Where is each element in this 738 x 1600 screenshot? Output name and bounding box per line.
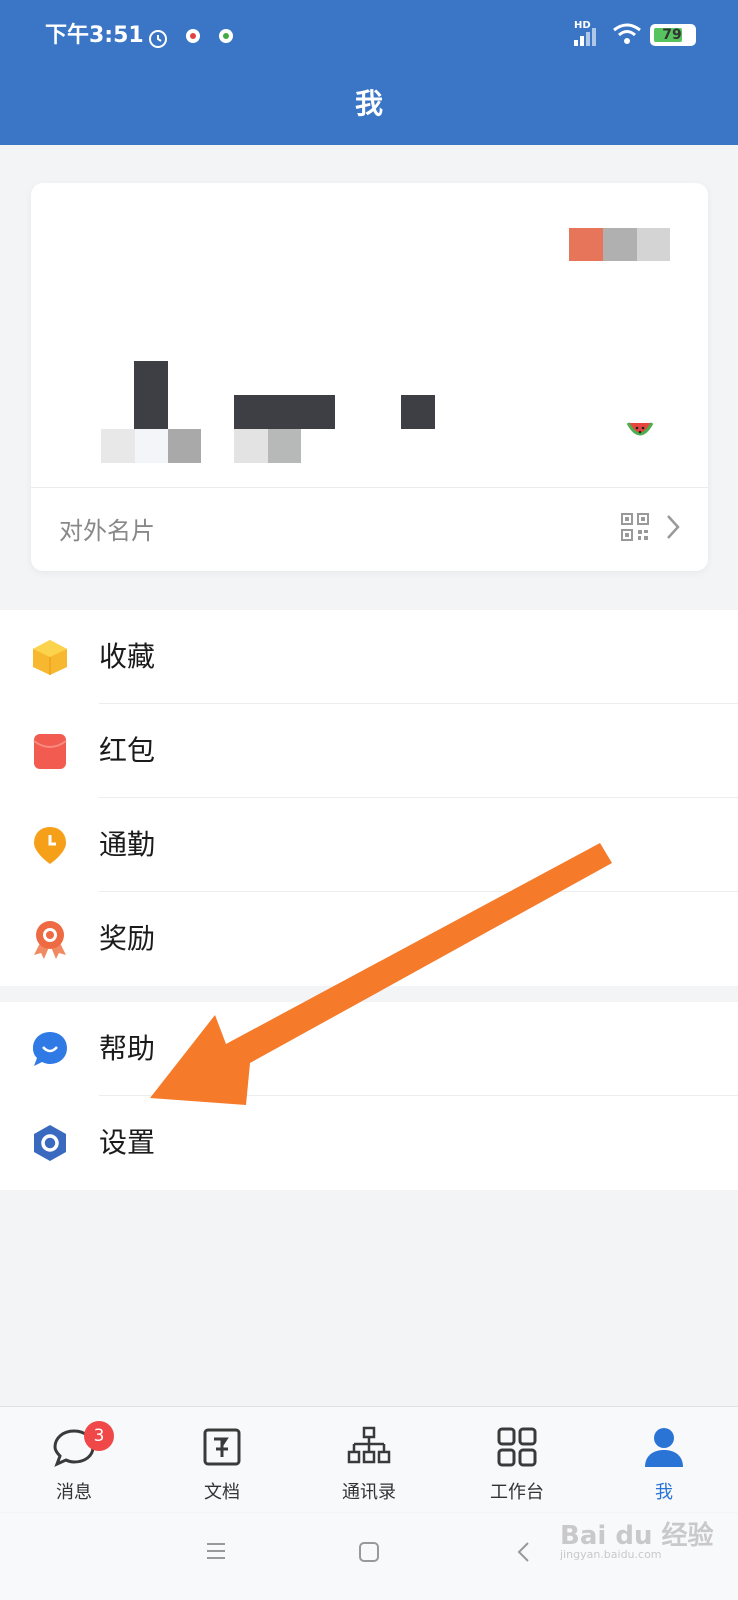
- bottom-tab-bar: 3 消息 文档 通讯录 工作台 我: [0, 1406, 738, 1512]
- redacted-block: [268, 429, 301, 463]
- red-envelope-icon: [33, 734, 67, 769]
- home-icon[interactable]: [358, 1541, 380, 1563]
- menu-item-label: 奖励: [99, 922, 156, 955]
- unread-badge: 3: [84, 1421, 114, 1451]
- page-title: 我: [354, 87, 383, 120]
- commute-pin-icon: [34, 827, 66, 864]
- tab-label: 工作台: [490, 1482, 544, 1503]
- menu-item-favorites[interactable]: 收藏: [0, 610, 738, 704]
- menu-group-primary: 收藏 红包 通勤 奖励: [0, 610, 738, 986]
- menu-item-settings[interactable]: 设置: [0, 1096, 738, 1190]
- menu-group-secondary: 帮助 设置: [0, 1002, 738, 1190]
- card-divider: [31, 487, 708, 488]
- app-notification-icon: [219, 29, 233, 43]
- redacted-block: [234, 395, 335, 429]
- back-icon[interactable]: [516, 1541, 532, 1563]
- profile-person-icon: [645, 1428, 683, 1467]
- tab-contacts[interactable]: 通讯录: [309, 1425, 429, 1505]
- menu-item-label: 收藏: [99, 640, 156, 673]
- tab-label: 消息: [56, 1482, 92, 1503]
- app-notification-icon: [186, 29, 200, 43]
- signal-icon: [574, 28, 596, 46]
- tab-me[interactable]: 我: [604, 1425, 724, 1505]
- redacted-block: [135, 429, 168, 463]
- chevron-right-icon: [667, 515, 680, 539]
- redacted-block: [603, 228, 637, 261]
- profile-card[interactable]: 对外名片: [31, 183, 708, 571]
- qr-code-icon[interactable]: [621, 513, 649, 541]
- external-card-label: 对外名片: [59, 517, 155, 545]
- contacts-icon: [347, 1426, 391, 1464]
- menu-item-label: 通勤: [99, 828, 156, 861]
- workbench-grid-icon: [497, 1427, 537, 1467]
- baidu-watermark: Bai du 经验 jingyan.baidu.com: [560, 1515, 714, 1561]
- tab-workbench[interactable]: 工作台: [457, 1425, 577, 1505]
- menu-item-label: 帮助: [99, 1032, 156, 1065]
- battery-level: 79: [662, 27, 682, 43]
- document-icon: [203, 1428, 241, 1466]
- redacted-block: [168, 429, 201, 463]
- menu-item-help[interactable]: 帮助: [0, 1002, 738, 1096]
- tab-label: 文档: [204, 1482, 240, 1503]
- redacted-block: [637, 228, 670, 261]
- top-header: 下午3:51 HD 79 我: [0, 0, 738, 145]
- redacted-block: [401, 395, 435, 429]
- wifi-icon: [613, 23, 641, 44]
- menu-item-commute[interactable]: 通勤: [0, 798, 738, 892]
- redacted-block: [134, 361, 168, 429]
- redacted-block: [101, 429, 135, 463]
- menu-icon[interactable]: [205, 1541, 227, 1561]
- redacted-block: [569, 228, 603, 261]
- menu-item-label: 红包: [99, 734, 156, 767]
- watermelon-icon: [626, 422, 654, 436]
- menu-item-red-envelope[interactable]: 红包: [0, 704, 738, 798]
- tab-documents[interactable]: 文档: [162, 1425, 282, 1505]
- tab-label: 通讯录: [342, 1482, 396, 1503]
- tab-label: 我: [655, 1482, 673, 1503]
- settings-hex-icon: [34, 1125, 66, 1161]
- redacted-block: [234, 429, 268, 463]
- menu-item-rewards[interactable]: 奖励: [0, 892, 738, 986]
- help-chat-icon: [33, 1032, 67, 1066]
- status-bar: 下午3:51 HD 79: [0, 18, 738, 54]
- menu-item-label: 设置: [99, 1126, 156, 1159]
- tab-messages[interactable]: 3 消息: [14, 1421, 134, 1505]
- watermark-brand: Bai du 经验: [560, 1521, 714, 1551]
- alarm-icon: [149, 30, 167, 48]
- star-box-icon: [33, 640, 67, 675]
- award-medal-icon: [34, 921, 66, 959]
- battery-indicator: 79: [650, 24, 696, 46]
- status-time: 下午3:51: [45, 23, 144, 48]
